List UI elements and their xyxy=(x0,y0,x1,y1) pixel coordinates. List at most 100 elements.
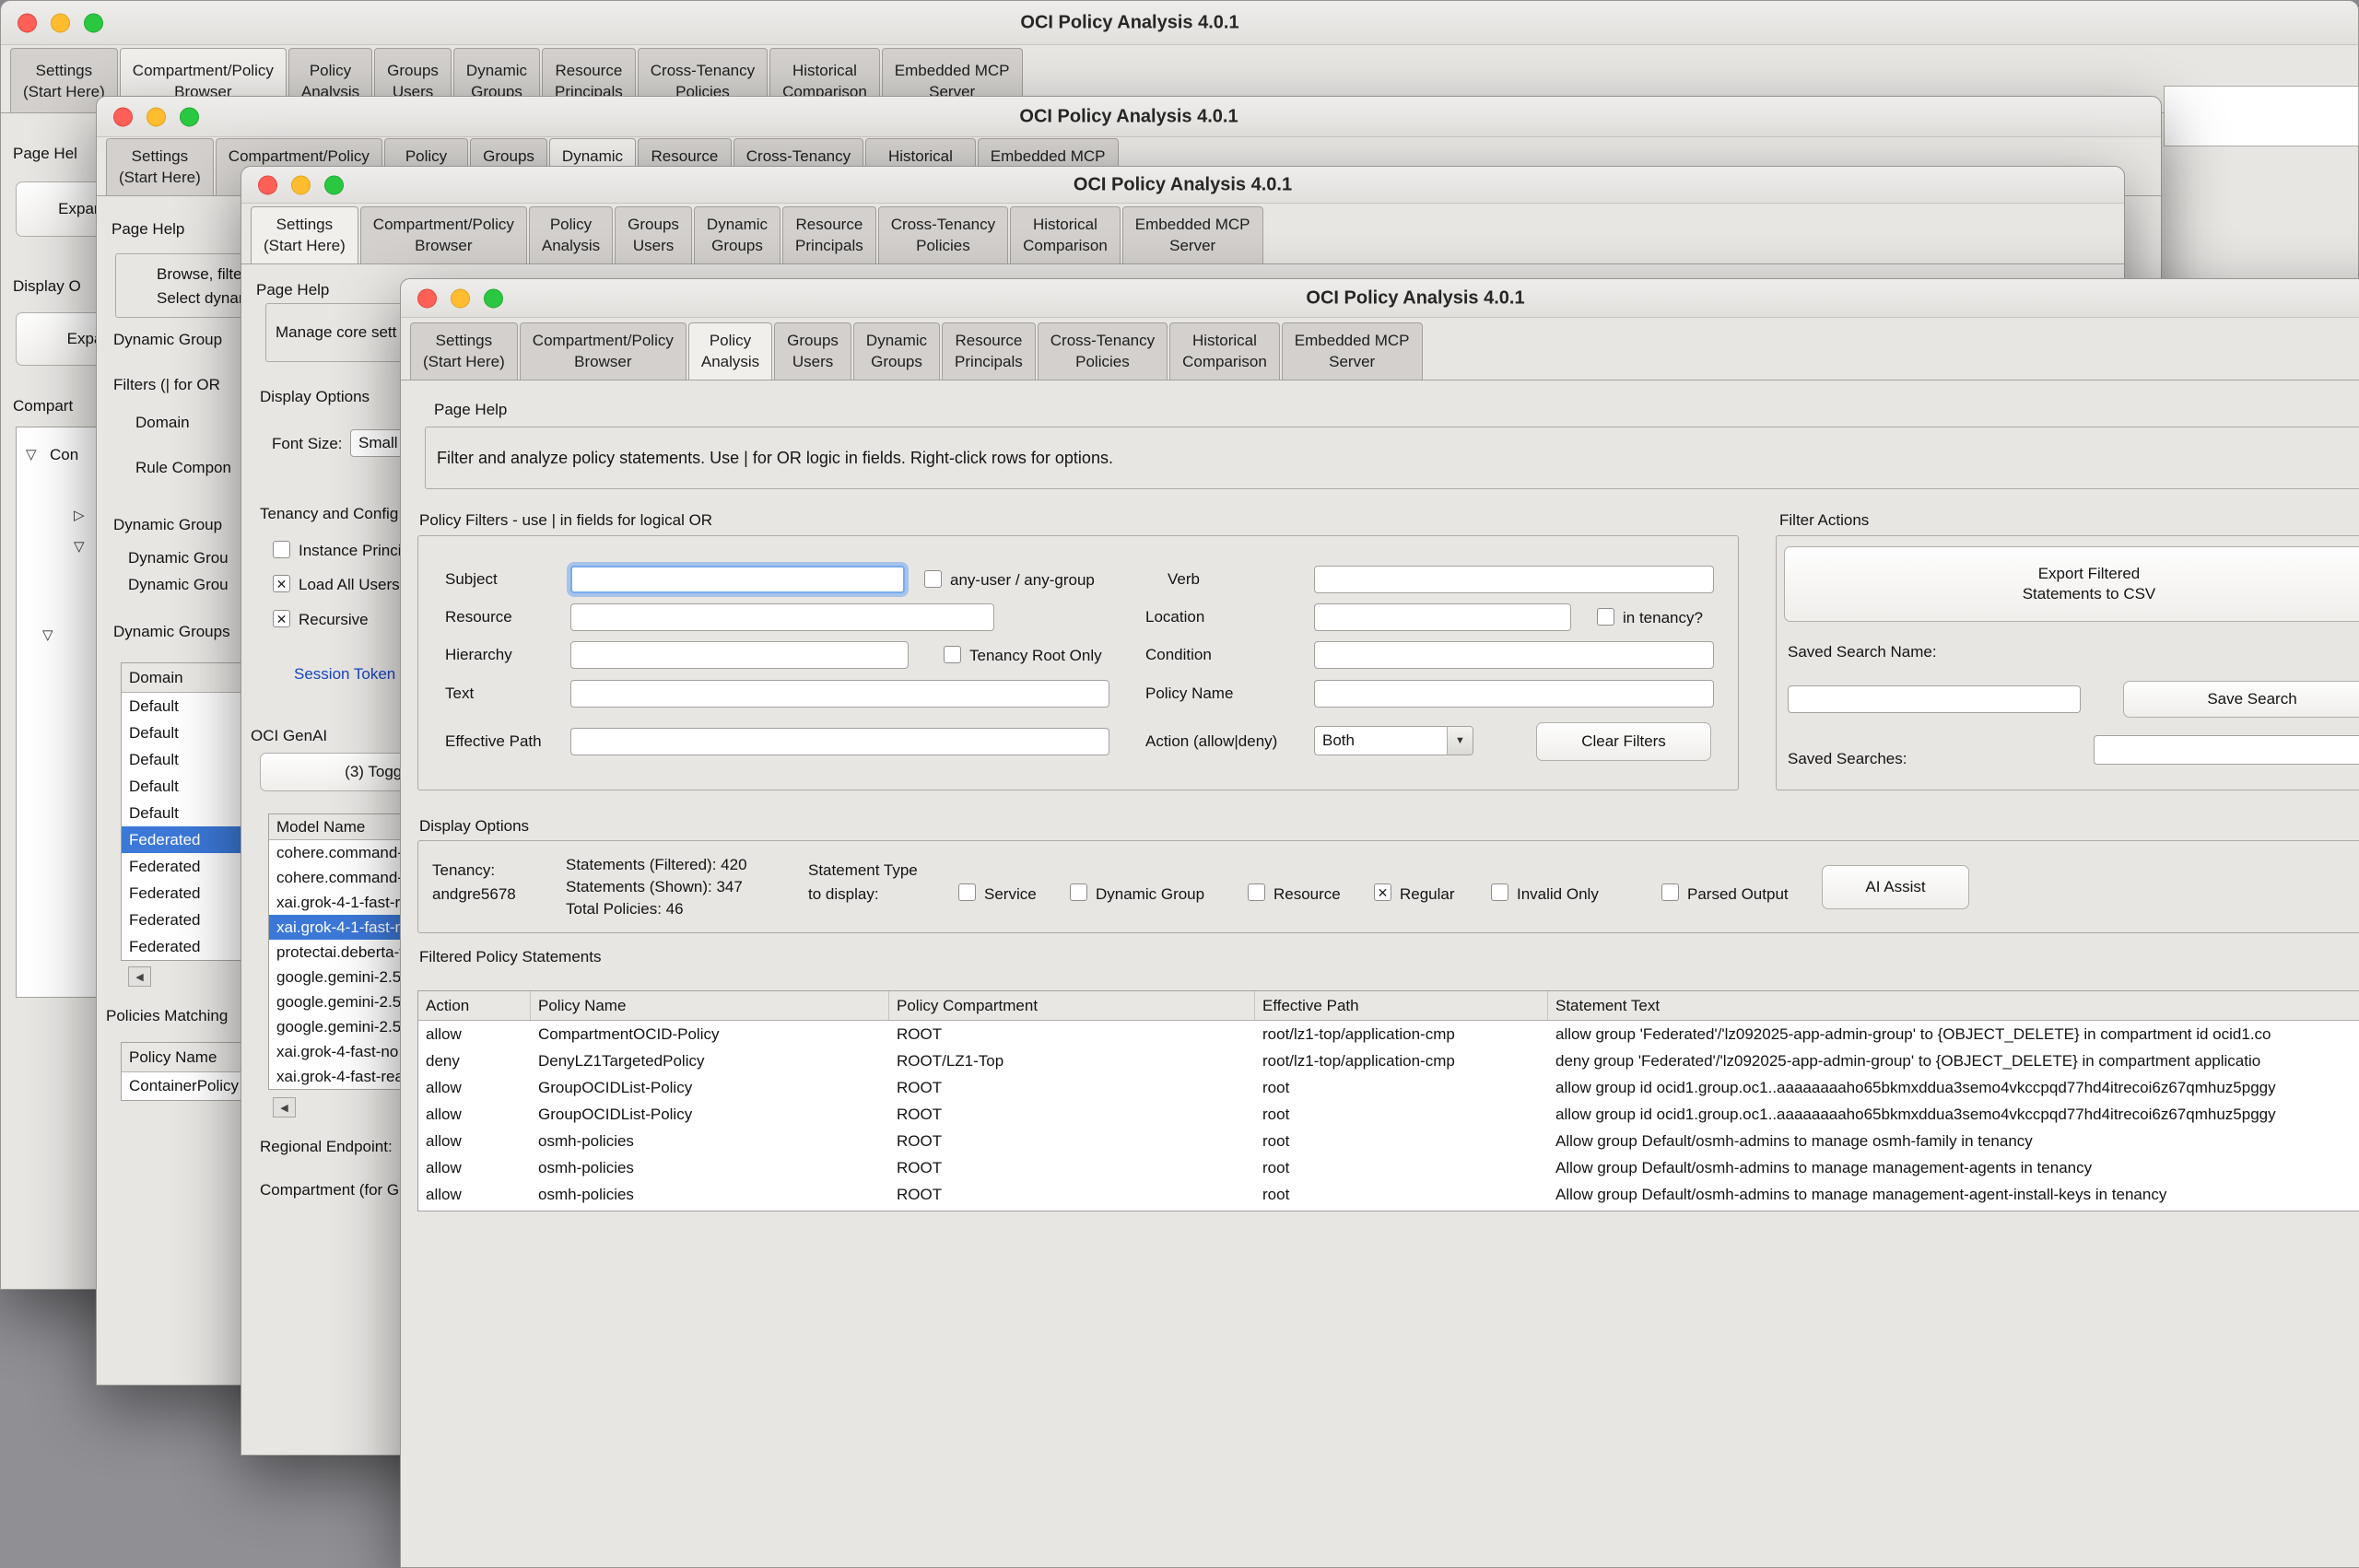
page-help-label: Page Help xyxy=(434,401,507,419)
tree-expand-icon[interactable]: ▽ xyxy=(74,538,85,555)
tab-embedded-mcp-server[interactable]: Embedded MCPServer xyxy=(1282,322,1423,380)
zoom-button[interactable] xyxy=(324,175,344,194)
minimize-button[interactable] xyxy=(291,175,311,194)
tab-compartment-policy-browser[interactable]: Compartment/PolicyBrowser xyxy=(360,206,527,263)
panel-fragment xyxy=(2164,86,2359,146)
tab-groups-users[interactable]: GroupsUsers xyxy=(615,206,692,263)
tab-embedded-mcp-server[interactable]: Embedded MCPServer xyxy=(1122,206,1263,263)
close-button[interactable] xyxy=(113,107,133,126)
table-row[interactable]: allow osmh-policies ROOT root Allow grou… xyxy=(418,1154,2359,1181)
table-row[interactable]: allow GroupOCIDList-Policy ROOT root all… xyxy=(418,1074,2359,1101)
domain-label: Domain xyxy=(135,414,190,432)
condition-input[interactable] xyxy=(1314,641,1714,669)
filter-actions-title: Filter Actions xyxy=(1779,511,1869,530)
minimize-button[interactable] xyxy=(451,288,470,308)
titlebar[interactable]: OCI Policy Analysis 4.0.1 xyxy=(401,279,2359,318)
titlebar[interactable]: OCI Policy Analysis 4.0.1 xyxy=(1,1,2358,45)
minimize-button[interactable] xyxy=(147,107,166,126)
dynamic-group-checkbox[interactable] xyxy=(1070,883,1087,901)
tenancy-root-checkbox[interactable] xyxy=(944,646,961,663)
scroll-left-button[interactable]: ◀ xyxy=(128,966,151,987)
regular-checkbox[interactable]: ✕ xyxy=(1374,883,1391,901)
traffic-lights xyxy=(18,13,103,32)
tab-settings[interactable]: Settings(Start Here) xyxy=(251,206,358,263)
display-options-label: Display O xyxy=(13,277,81,296)
table-row[interactable]: allow osmh-policies ROOT root Allow grou… xyxy=(418,1181,2359,1208)
resource-label: Resource xyxy=(1273,885,1341,904)
location-input[interactable] xyxy=(1314,603,1571,631)
effective-path-input[interactable] xyxy=(570,728,1109,755)
service-checkbox[interactable] xyxy=(958,883,976,901)
policy-name-input[interactable] xyxy=(1314,680,1714,708)
table-row[interactable]: deny DenyLZ1TargetedPolicy ROOT/LZ1-Top … xyxy=(418,1047,2359,1074)
col-policy-name[interactable]: Policy Name xyxy=(531,991,889,1020)
window-title: OCI Policy Analysis 4.0.1 xyxy=(1074,174,1292,195)
hierarchy-input[interactable] xyxy=(570,641,909,669)
col-effective-path[interactable]: Effective Path xyxy=(1255,991,1548,1020)
any-user-checkbox[interactable] xyxy=(924,570,942,588)
tab-groups-users[interactable]: GroupsUsers xyxy=(774,322,851,380)
table-row[interactable]: allow GroupOCIDList-Policy ROOT root all… xyxy=(418,1101,2359,1128)
tree-collapse-icon[interactable]: ▷ xyxy=(74,507,85,523)
col-statement-text[interactable]: Statement Text xyxy=(1548,991,2359,1020)
col-policy-compartment[interactable]: Policy Compartment xyxy=(889,991,1255,1020)
tab-dynamic-groups[interactable]: DynamicGroups xyxy=(694,206,780,263)
regional-endpoint-label: Regional Endpoint: xyxy=(260,1138,393,1156)
verb-input[interactable] xyxy=(1314,566,1714,593)
window-title: OCI Policy Analysis 4.0.1 xyxy=(1306,287,1524,309)
resource-input[interactable] xyxy=(570,603,994,631)
tab-resource-principals[interactable]: ResourcePrincipals xyxy=(942,322,1036,380)
titlebar[interactable]: OCI Policy Analysis 4.0.1 xyxy=(97,97,2161,137)
recursive-checkbox[interactable]: ✕ xyxy=(273,610,290,627)
tab-historical-comparison[interactable]: HistoricalComparison xyxy=(1010,206,1121,263)
tab-historical-comparison[interactable]: HistoricalComparison xyxy=(1169,322,1280,380)
tab-settings[interactable]: Settings(Start Here) xyxy=(106,138,214,195)
zoom-button[interactable] xyxy=(484,288,503,308)
action-select[interactable]: Both ▼ xyxy=(1314,726,1473,755)
subject-input[interactable] xyxy=(570,566,905,593)
tab-settings[interactable]: Settings(Start Here) xyxy=(410,322,518,380)
zoom-button[interactable] xyxy=(180,107,199,126)
tab-policy-analysis[interactable]: PolicyAnalysis xyxy=(688,322,772,380)
zoom-button[interactable] xyxy=(84,13,103,32)
invalid-only-checkbox[interactable] xyxy=(1491,883,1508,901)
instance-principal-label: Instance Princi xyxy=(299,542,402,560)
export-csv-button[interactable]: Export Filtered Statements to CSV xyxy=(1784,546,2359,622)
any-user-label: any-user / any-group xyxy=(950,571,1095,590)
table-row[interactable]: allow osmh-policies ROOT root Allow grou… xyxy=(418,1128,2359,1154)
help-text: Filter and analyze policy statements. Us… xyxy=(437,449,1113,468)
saved-searches-select[interactable]: ▼ xyxy=(2094,735,2359,765)
in-tenancy-checkbox[interactable] xyxy=(1597,608,1614,626)
titlebar[interactable]: OCI Policy Analysis 4.0.1 xyxy=(241,167,2124,204)
tab-cross-tenancy-policies[interactable]: Cross-TenancyPolicies xyxy=(1038,322,1168,380)
text-input[interactable] xyxy=(570,680,1109,708)
in-tenancy-label: in tenancy? xyxy=(1623,609,1703,627)
close-button[interactable] xyxy=(18,13,37,32)
tab-policy-analysis[interactable]: PolicyAnalysis xyxy=(529,206,613,263)
close-button[interactable] xyxy=(417,288,437,308)
ai-assist-button[interactable]: AI Assist xyxy=(1822,865,1969,909)
parsed-output-label: Parsed Output xyxy=(1687,885,1789,904)
tab-resource-principals[interactable]: ResourcePrincipals xyxy=(782,206,876,263)
compartment-label: Compartment (for G xyxy=(260,1181,399,1199)
col-action[interactable]: Action xyxy=(418,991,531,1020)
close-button[interactable] xyxy=(258,175,277,194)
saved-search-name-input[interactable] xyxy=(1788,685,2081,713)
load-all-users-checkbox[interactable]: ✕ xyxy=(273,575,290,592)
tab-cross-tenancy-policies[interactable]: Cross-TenancyPolicies xyxy=(878,206,1008,263)
clear-filters-button[interactable]: Clear Filters xyxy=(1536,722,1711,761)
resource-checkbox[interactable] xyxy=(1248,883,1265,901)
parsed-output-checkbox[interactable] xyxy=(1661,883,1679,901)
tree-expand-icon[interactable]: ▽ xyxy=(42,626,53,643)
minimize-button[interactable] xyxy=(51,13,70,32)
tab-dynamic-groups[interactable]: DynamicGroups xyxy=(853,322,940,380)
scroll-left-button[interactable]: ◀ xyxy=(273,1097,296,1117)
tab-compartment-policy-browser[interactable]: Compartment/PolicyBrowser xyxy=(520,322,687,380)
stat-shown: Statements (Shown): 347 xyxy=(566,878,743,896)
tree-expand-icon[interactable]: ▽ xyxy=(26,446,37,462)
tree-item[interactable]: Con xyxy=(50,446,78,464)
save-search-button[interactable]: Save Search xyxy=(2123,681,2359,718)
traffic-lights xyxy=(258,175,344,194)
instance-principal-checkbox[interactable] xyxy=(273,541,290,558)
table-row[interactable]: allow CompartmentOCID-Policy ROOT root/l… xyxy=(418,1021,2359,1047)
